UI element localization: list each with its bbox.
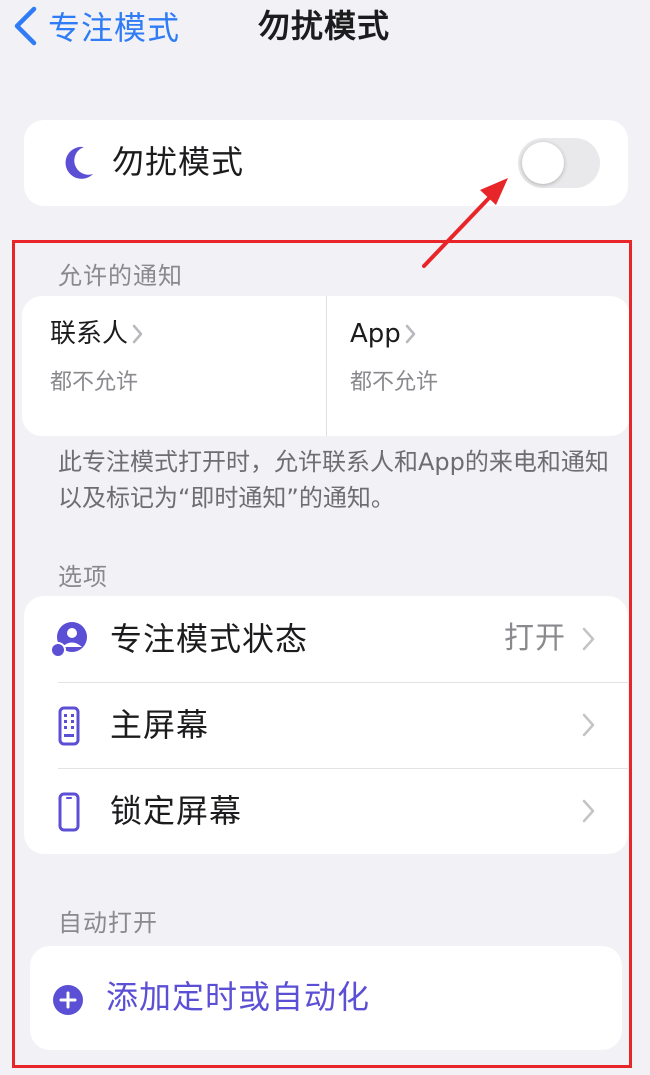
chevron-left-icon bbox=[14, 6, 37, 46]
auto-on-header: 自动打开 bbox=[58, 909, 158, 937]
allowed-notifications-description: 此专注模式打开时，允许联系人和App的来电和通知以及标记为“即时通知”的通知。 bbox=[58, 448, 609, 512]
apps-title: App bbox=[350, 316, 417, 352]
page: 专注模式 勿扰模式 勿扰模式 允许的通知 联系人 都不允许 App 都不允许 此… bbox=[0, 0, 650, 1075]
home-screen-icon bbox=[58, 706, 80, 746]
focus-status-label: 专注模式状态 bbox=[110, 620, 309, 658]
add-schedule-label: 添加定时或自动化 bbox=[106, 978, 371, 1016]
moon-icon bbox=[65, 146, 93, 179]
contacts-cell[interactable]: 联系人 都不允许 bbox=[22, 296, 322, 436]
allowed-notifications-card: 联系人 都不允许 App 都不允许 bbox=[22, 296, 630, 436]
allowed-notifications-header: 允许的通知 bbox=[58, 262, 183, 290]
lock-screen-label: 锁定屏幕 bbox=[110, 792, 243, 830]
back-button[interactable]: 专注模式 bbox=[12, 4, 180, 48]
switch-knob bbox=[522, 142, 564, 184]
focus-status-value: 打开 bbox=[504, 621, 566, 656]
contacts-title-text: 联系人 bbox=[50, 319, 129, 349]
chevron-right-icon bbox=[582, 627, 595, 651]
auto-on-card: 添加定时或自动化 bbox=[30, 946, 622, 1050]
focus-toggle-switch[interactable] bbox=[518, 138, 600, 188]
page-title: 勿扰模式 bbox=[258, 7, 391, 45]
lock-screen-row[interactable]: 锁定屏幕 bbox=[24, 768, 628, 854]
focus-status-row[interactable]: 专注模式状态 打开 bbox=[24, 596, 628, 682]
apps-title-text: App bbox=[350, 319, 401, 349]
focus-status-icon bbox=[50, 622, 87, 658]
chevron-right-icon bbox=[405, 324, 416, 344]
home-screen-label: 主屏幕 bbox=[110, 706, 210, 744]
back-label: 专注模式 bbox=[48, 9, 181, 47]
add-schedule-button[interactable]: 添加定时或自动化 bbox=[30, 946, 622, 1050]
contacts-title: 联系人 bbox=[50, 316, 144, 352]
focus-toggle-card: 勿扰模式 bbox=[24, 120, 628, 206]
chevron-right-icon bbox=[132, 324, 143, 344]
chevron-right-icon bbox=[582, 799, 595, 823]
apps-cell[interactable]: App 都不允许 bbox=[322, 296, 622, 436]
options-header: 选项 bbox=[58, 563, 108, 591]
options-card: 专注模式状态 打开 主屏幕 锁定屏幕 bbox=[24, 596, 628, 854]
chevron-right-icon bbox=[582, 713, 595, 737]
apps-value: 都不允许 bbox=[350, 370, 439, 395]
contacts-value: 都不允许 bbox=[50, 370, 139, 395]
home-screen-row[interactable]: 主屏幕 bbox=[24, 682, 628, 768]
lock-screen-icon bbox=[58, 792, 80, 832]
nav-bar: 专注模式 勿扰模式 bbox=[0, 0, 650, 58]
focus-toggle-label: 勿扰模式 bbox=[112, 143, 245, 181]
plus-circle-icon bbox=[53, 985, 83, 1015]
